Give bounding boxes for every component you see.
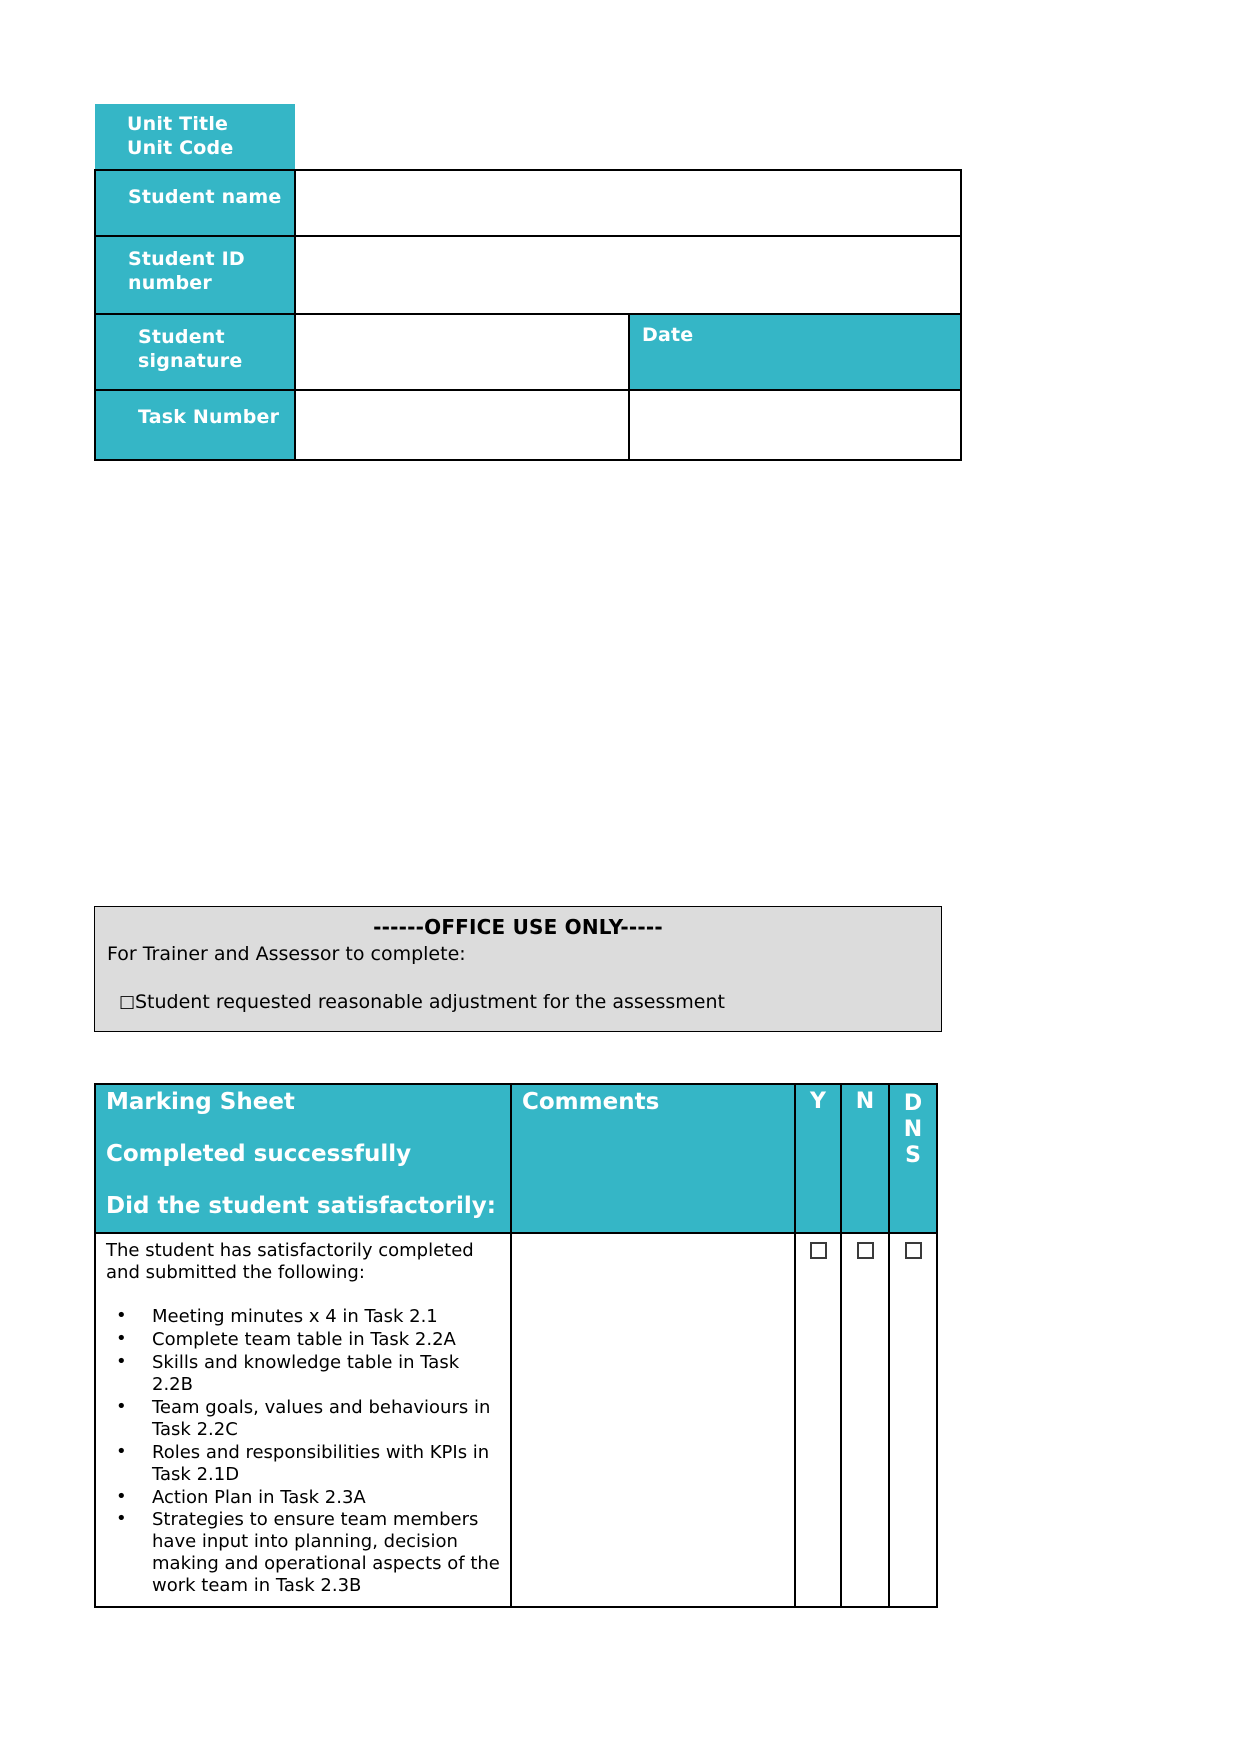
criteria-bullet-list: Meeting minutes x 4 in Task 2.1 Complete…	[106, 1305, 500, 1597]
list-item: Skills and knowledge table in Task 2.2B	[114, 1351, 500, 1396]
student-signature-label: Student signature	[94, 312, 296, 391]
office-use-subtitle: For Trainer and Assessor to complete:	[107, 943, 466, 965]
marking-sheet-header-row: Marking Sheet Completed successfully Did…	[94, 1083, 938, 1234]
list-item: Action Plan in Task 2.3A	[114, 1486, 500, 1509]
table-row: Student ID number	[94, 234, 962, 315]
table-row: The student has satisfactorily completed…	[94, 1231, 938, 1609]
checkbox-cell-y[interactable]	[794, 1231, 842, 1609]
checkbox-icon[interactable]: □	[107, 992, 135, 1012]
student-name-field[interactable]	[294, 168, 629, 237]
column-header-dns-n: N	[903, 1116, 923, 1142]
student-signature-label-line2: signature	[138, 350, 243, 373]
list-item: Strategies to ensure team members have i…	[114, 1508, 500, 1597]
criteria-intro: The student has satisfactorily completed…	[106, 1240, 474, 1283]
marking-sheet-title: Marking Sheet	[106, 1089, 295, 1115]
student-name-field-ext[interactable]	[629, 168, 962, 237]
student-signature-field[interactable]	[294, 312, 630, 391]
did-the-student-label: Did the student satisfactorily:	[106, 1193, 496, 1219]
column-header-y: Y	[794, 1083, 842, 1234]
table-row: Student name	[94, 168, 962, 237]
student-id-field[interactable]	[294, 234, 629, 315]
list-item: Roles and responsibilities with KPIs in …	[114, 1441, 500, 1486]
table-row: Task Number	[94, 388, 962, 461]
student-name-label: Student name	[94, 168, 296, 237]
reasonable-adjustment-row[interactable]: □ Student requested reasonable adjustmen…	[107, 991, 929, 1013]
list-item: Team goals, values and behaviours in Tas…	[114, 1396, 500, 1441]
task-number-label: Task Number	[94, 388, 296, 461]
checkbox-dns-icon[interactable]	[904, 1242, 922, 1259]
checkbox-cell-dns[interactable]	[888, 1231, 938, 1609]
student-id-label-line2: number	[128, 272, 212, 295]
table-row: Unit Title Unit Code	[95, 104, 961, 170]
reasonable-adjustment-label: Student requested reasonable adjustment …	[135, 991, 725, 1013]
checkbox-n-icon[interactable]	[856, 1242, 874, 1259]
unit-title-code-label: Unit Title Unit Code	[95, 104, 295, 170]
column-header-dns-d: D	[903, 1091, 923, 1116]
task-number-date-field[interactable]	[628, 388, 962, 461]
column-header-n: N	[840, 1083, 890, 1234]
column-header-dns: D N S	[888, 1083, 938, 1234]
comments-cell[interactable]	[510, 1231, 796, 1609]
office-use-title: ------OFFICE USE ONLY-----	[373, 915, 663, 939]
student-id-label: Student ID number	[94, 234, 296, 315]
checkbox-y-icon[interactable]	[809, 1242, 827, 1259]
date-label: Date	[628, 312, 962, 391]
marking-sheet-header-cell: Marking Sheet Completed successfully Did…	[94, 1083, 512, 1234]
list-item: Meeting minutes x 4 in Task 2.1	[114, 1305, 500, 1328]
column-header-dns-s: S	[905, 1142, 921, 1168]
list-item: Complete team table in Task 2.2A	[114, 1328, 500, 1351]
student-id-field-ext[interactable]	[629, 234, 962, 315]
unit-title-spacer	[295, 104, 629, 170]
student-id-label-line1: Student ID	[128, 247, 245, 270]
marking-sheet-table: Marking Sheet Completed successfully Did…	[94, 1083, 938, 1609]
table-row: Student signature Date	[94, 312, 962, 391]
checkbox-cell-n[interactable]	[840, 1231, 890, 1609]
completed-successfully-label: Completed successfully	[106, 1141, 412, 1167]
student-details-table: Unit Title Unit Code Student name Studen…	[94, 104, 962, 461]
unit-code-spacer	[629, 104, 961, 170]
office-use-only-box: ------OFFICE USE ONLY----- For Trainer a…	[94, 906, 942, 1032]
task-number-field[interactable]	[294, 388, 630, 461]
student-signature-label-line1: Student	[138, 325, 225, 348]
comments-header: Comments	[510, 1083, 796, 1234]
unit-title-label: Unit Title	[127, 113, 229, 135]
unit-code-label: Unit Code	[127, 137, 234, 160]
criteria-cell: The student has satisfactorily completed…	[94, 1231, 512, 1609]
